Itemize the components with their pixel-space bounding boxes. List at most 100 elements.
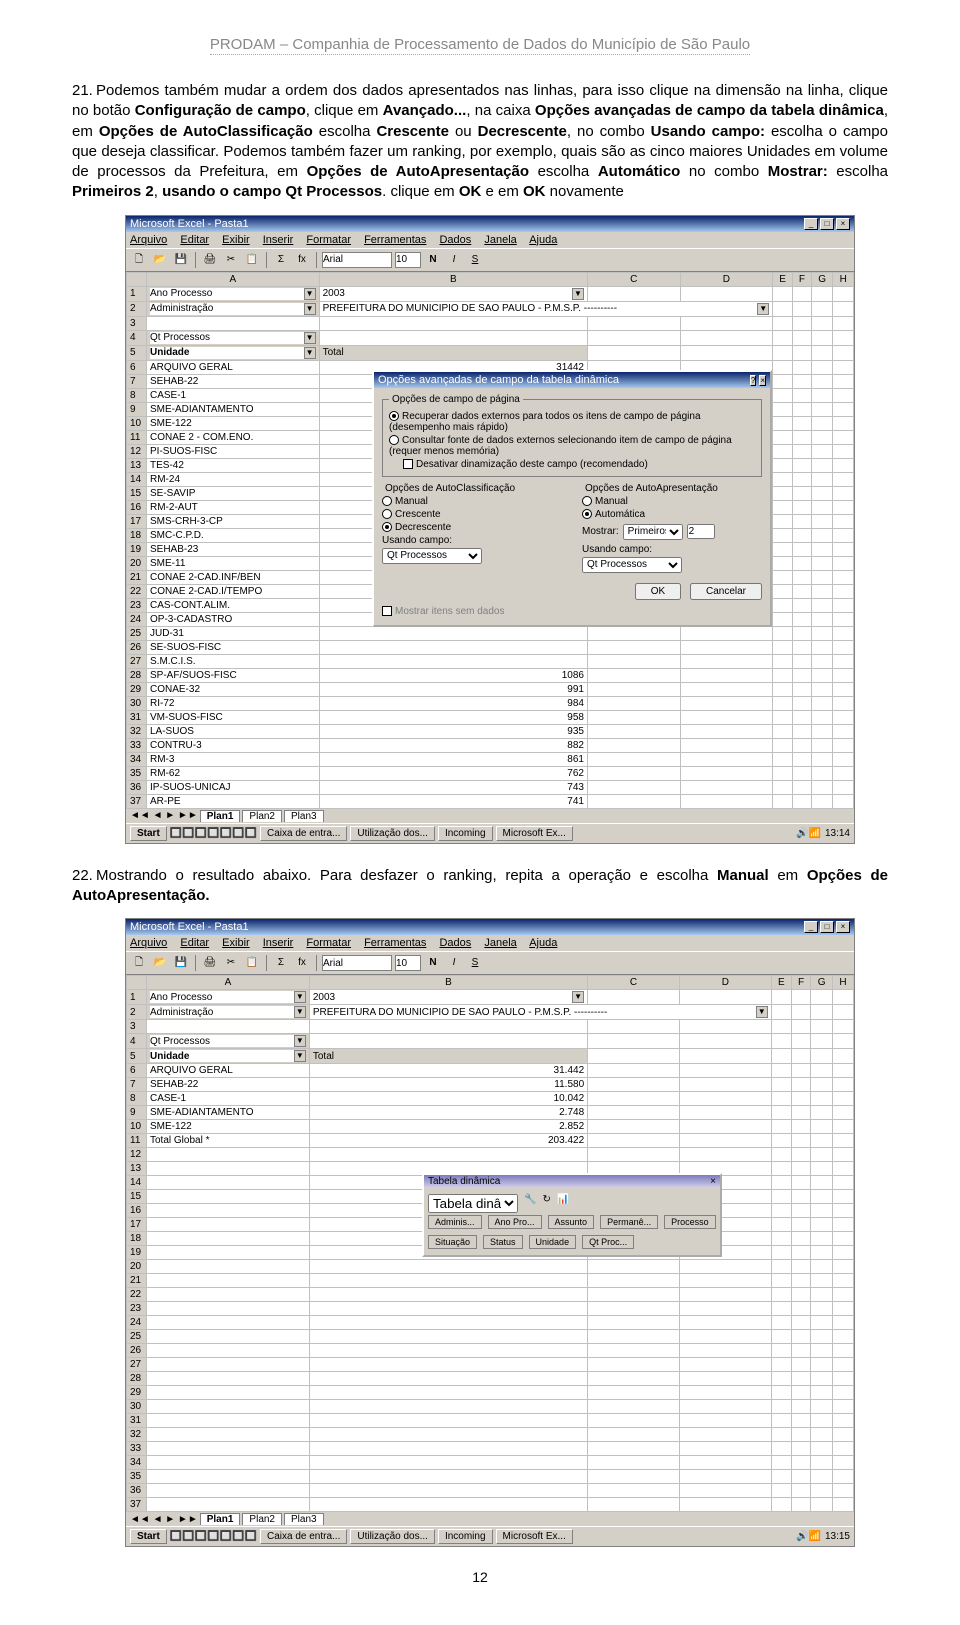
taskbar[interactable]: Start 🔲🔲🔲🔲🔲🔲🔲 Caixa de entra... Utilizaç… [126, 1526, 854, 1546]
menu-item[interactable]: Inserir [263, 937, 294, 949]
show-count[interactable] [687, 524, 715, 539]
pivot-field-item[interactable]: Processo [664, 1215, 716, 1229]
pivot-field-item[interactable]: Assunto [548, 1215, 595, 1229]
help-icon[interactable]: ? [750, 375, 756, 386]
radio-descending[interactable]: Decrescente [382, 522, 562, 533]
pivot-field-item[interactable]: Ano Pro... [488, 1215, 542, 1229]
sheet-tab[interactable]: Plan2 [242, 810, 282, 822]
col-header[interactable]: F [791, 976, 810, 990]
radio-option[interactable]: Recuperar dados externos para todos os i… [389, 411, 755, 433]
cut-icon[interactable]: ✂ [222, 251, 240, 269]
col-header[interactable]: D [680, 272, 773, 286]
floatbar-title[interactable]: Tabela dinâmica × [424, 1175, 720, 1188]
pivot-combo[interactable]: Tabela dinâmica [428, 1194, 518, 1213]
using-field-combo[interactable]: Qt Processos [382, 548, 482, 564]
radio-ascending[interactable]: Crescente [382, 509, 562, 520]
underline-icon[interactable]: S [466, 251, 484, 269]
sheet-tabs[interactable]: ◄◄ ◄ ► ►► Plan1 Plan2 Plan3 [126, 1512, 854, 1526]
col-header[interactable]: C [587, 272, 680, 286]
menu-item[interactable]: Ajuda [529, 234, 557, 246]
menu-item[interactable]: Arquivo [130, 937, 167, 949]
col-header[interactable]: E [773, 272, 793, 286]
sheet-tab[interactable]: Plan1 [200, 810, 241, 822]
col-header[interactable]: B [309, 976, 587, 990]
new-icon[interactable]: 🗋 [130, 251, 148, 269]
sheet-tab[interactable]: Plan3 [284, 810, 324, 822]
underline-icon[interactable]: S [466, 954, 484, 972]
tray-icons[interactable]: 🔊📶 [796, 1531, 821, 1542]
checkbox-option[interactable]: Desativar dinamização deste campo (recom… [403, 459, 755, 470]
col-header[interactable]: C [588, 976, 680, 990]
menu-item[interactable]: Editar [180, 937, 209, 949]
close-icon[interactable]: × [836, 921, 850, 933]
open-icon[interactable]: 📂 [151, 251, 169, 269]
minimize-icon[interactable]: _ [804, 921, 818, 933]
menu-item[interactable]: Ferramentas [364, 937, 426, 949]
italic-icon[interactable]: I [445, 251, 463, 269]
maximize-icon[interactable]: □ [820, 218, 834, 230]
maximize-icon[interactable]: □ [820, 921, 834, 933]
fx-icon[interactable]: fx [293, 954, 311, 972]
pivot-field-item[interactable]: Status [483, 1235, 523, 1249]
fontsize-combo[interactable] [395, 252, 421, 268]
menu-item[interactable]: Ferramentas [364, 234, 426, 246]
menu-item[interactable]: Janela [484, 937, 516, 949]
toolbar[interactable]: 🗋 📂 💾 🖨 ✂ 📋 Σ fx N I S [126, 951, 854, 975]
save-icon[interactable]: 💾 [172, 251, 190, 269]
sheet-tab[interactable]: Plan3 [284, 1513, 324, 1525]
print-icon[interactable]: 🖨 [201, 251, 219, 269]
col-header[interactable] [127, 272, 147, 286]
radio-manual[interactable]: Manual [382, 496, 562, 507]
menu-item[interactable]: Ajuda [529, 937, 557, 949]
menu-item[interactable]: Dados [439, 937, 471, 949]
taskbar-item[interactable]: Utilização dos... [350, 826, 435, 841]
col-header[interactable]: H [832, 976, 853, 990]
sheet-tabs[interactable]: ◄◄ ◄ ► ►► Plan1 Plan2 Plan3 [126, 809, 854, 823]
col-header[interactable]: A [147, 272, 320, 286]
taskbar-item[interactable]: Caixa de entra... [260, 1529, 347, 1544]
close-icon[interactable]: × [759, 375, 766, 386]
pivot-field-item[interactable]: Permanê... [600, 1215, 658, 1229]
chart-icon[interactable]: 📊 [557, 1194, 569, 1213]
menu-item[interactable]: Formatar [306, 234, 351, 246]
refresh-icon[interactable]: ↻ [542, 1194, 550, 1213]
taskbar[interactable]: Start 🔲🔲🔲🔲🔲🔲🔲 Caixa de entra... Utilizaç… [126, 823, 854, 843]
titlebar[interactable]: Microsoft Excel - Pasta1 _ □ × [126, 216, 854, 232]
menu-item[interactable]: Arquivo [130, 234, 167, 246]
taskbar-item[interactable]: Incoming [438, 1529, 493, 1544]
ok-button[interactable]: OK [635, 583, 681, 600]
italic-icon[interactable]: I [445, 954, 463, 972]
close-icon[interactable]: × [710, 1176, 716, 1187]
new-icon[interactable]: 🗋 [130, 954, 148, 972]
sum-icon[interactable]: Σ [272, 954, 290, 972]
col-header[interactable]: B [319, 272, 587, 286]
sum-icon[interactable]: Σ [272, 251, 290, 269]
save-icon[interactable]: 💾 [172, 954, 190, 972]
pivot-options-dialog[interactable]: Opções avançadas de campo da tabela dinâ… [372, 370, 772, 627]
radio-manual[interactable]: Manual [582, 496, 762, 507]
taskbar-item[interactable]: Microsoft Ex... [496, 1529, 573, 1544]
font-combo[interactable] [322, 955, 392, 971]
col-header[interactable]: A [147, 976, 310, 990]
bold-icon[interactable]: N [424, 954, 442, 972]
col-header[interactable]: E [771, 976, 791, 990]
show-combo[interactable]: Primeiros [623, 524, 683, 540]
minimize-icon[interactable]: _ [804, 218, 818, 230]
print-icon[interactable]: 🖨 [201, 954, 219, 972]
menu-item[interactable]: Exibir [222, 937, 250, 949]
close-icon[interactable]: × [836, 218, 850, 230]
col-header[interactable]: G [811, 272, 832, 286]
menu-item[interactable]: Editar [180, 234, 209, 246]
sheet-tab[interactable]: Plan1 [200, 1513, 241, 1525]
menu-item[interactable]: Formatar [306, 937, 351, 949]
pivot-field-item[interactable]: Situação [428, 1235, 477, 1249]
radio-option[interactable]: Consultar fonte de dados externos seleci… [389, 435, 755, 457]
using-field-combo[interactable]: Qt Processos [582, 557, 682, 573]
menu-item[interactable]: Inserir [263, 234, 294, 246]
taskbar-item[interactable]: Utilização dos... [350, 1529, 435, 1544]
open-icon[interactable]: 📂 [151, 954, 169, 972]
menu-item[interactable]: Dados [439, 234, 471, 246]
copy-icon[interactable]: 📋 [243, 251, 261, 269]
menubar[interactable]: Arquivo Editar Exibir Inserir Formatar F… [126, 935, 854, 951]
wizard-icon[interactable]: 🔧 [524, 1194, 536, 1213]
